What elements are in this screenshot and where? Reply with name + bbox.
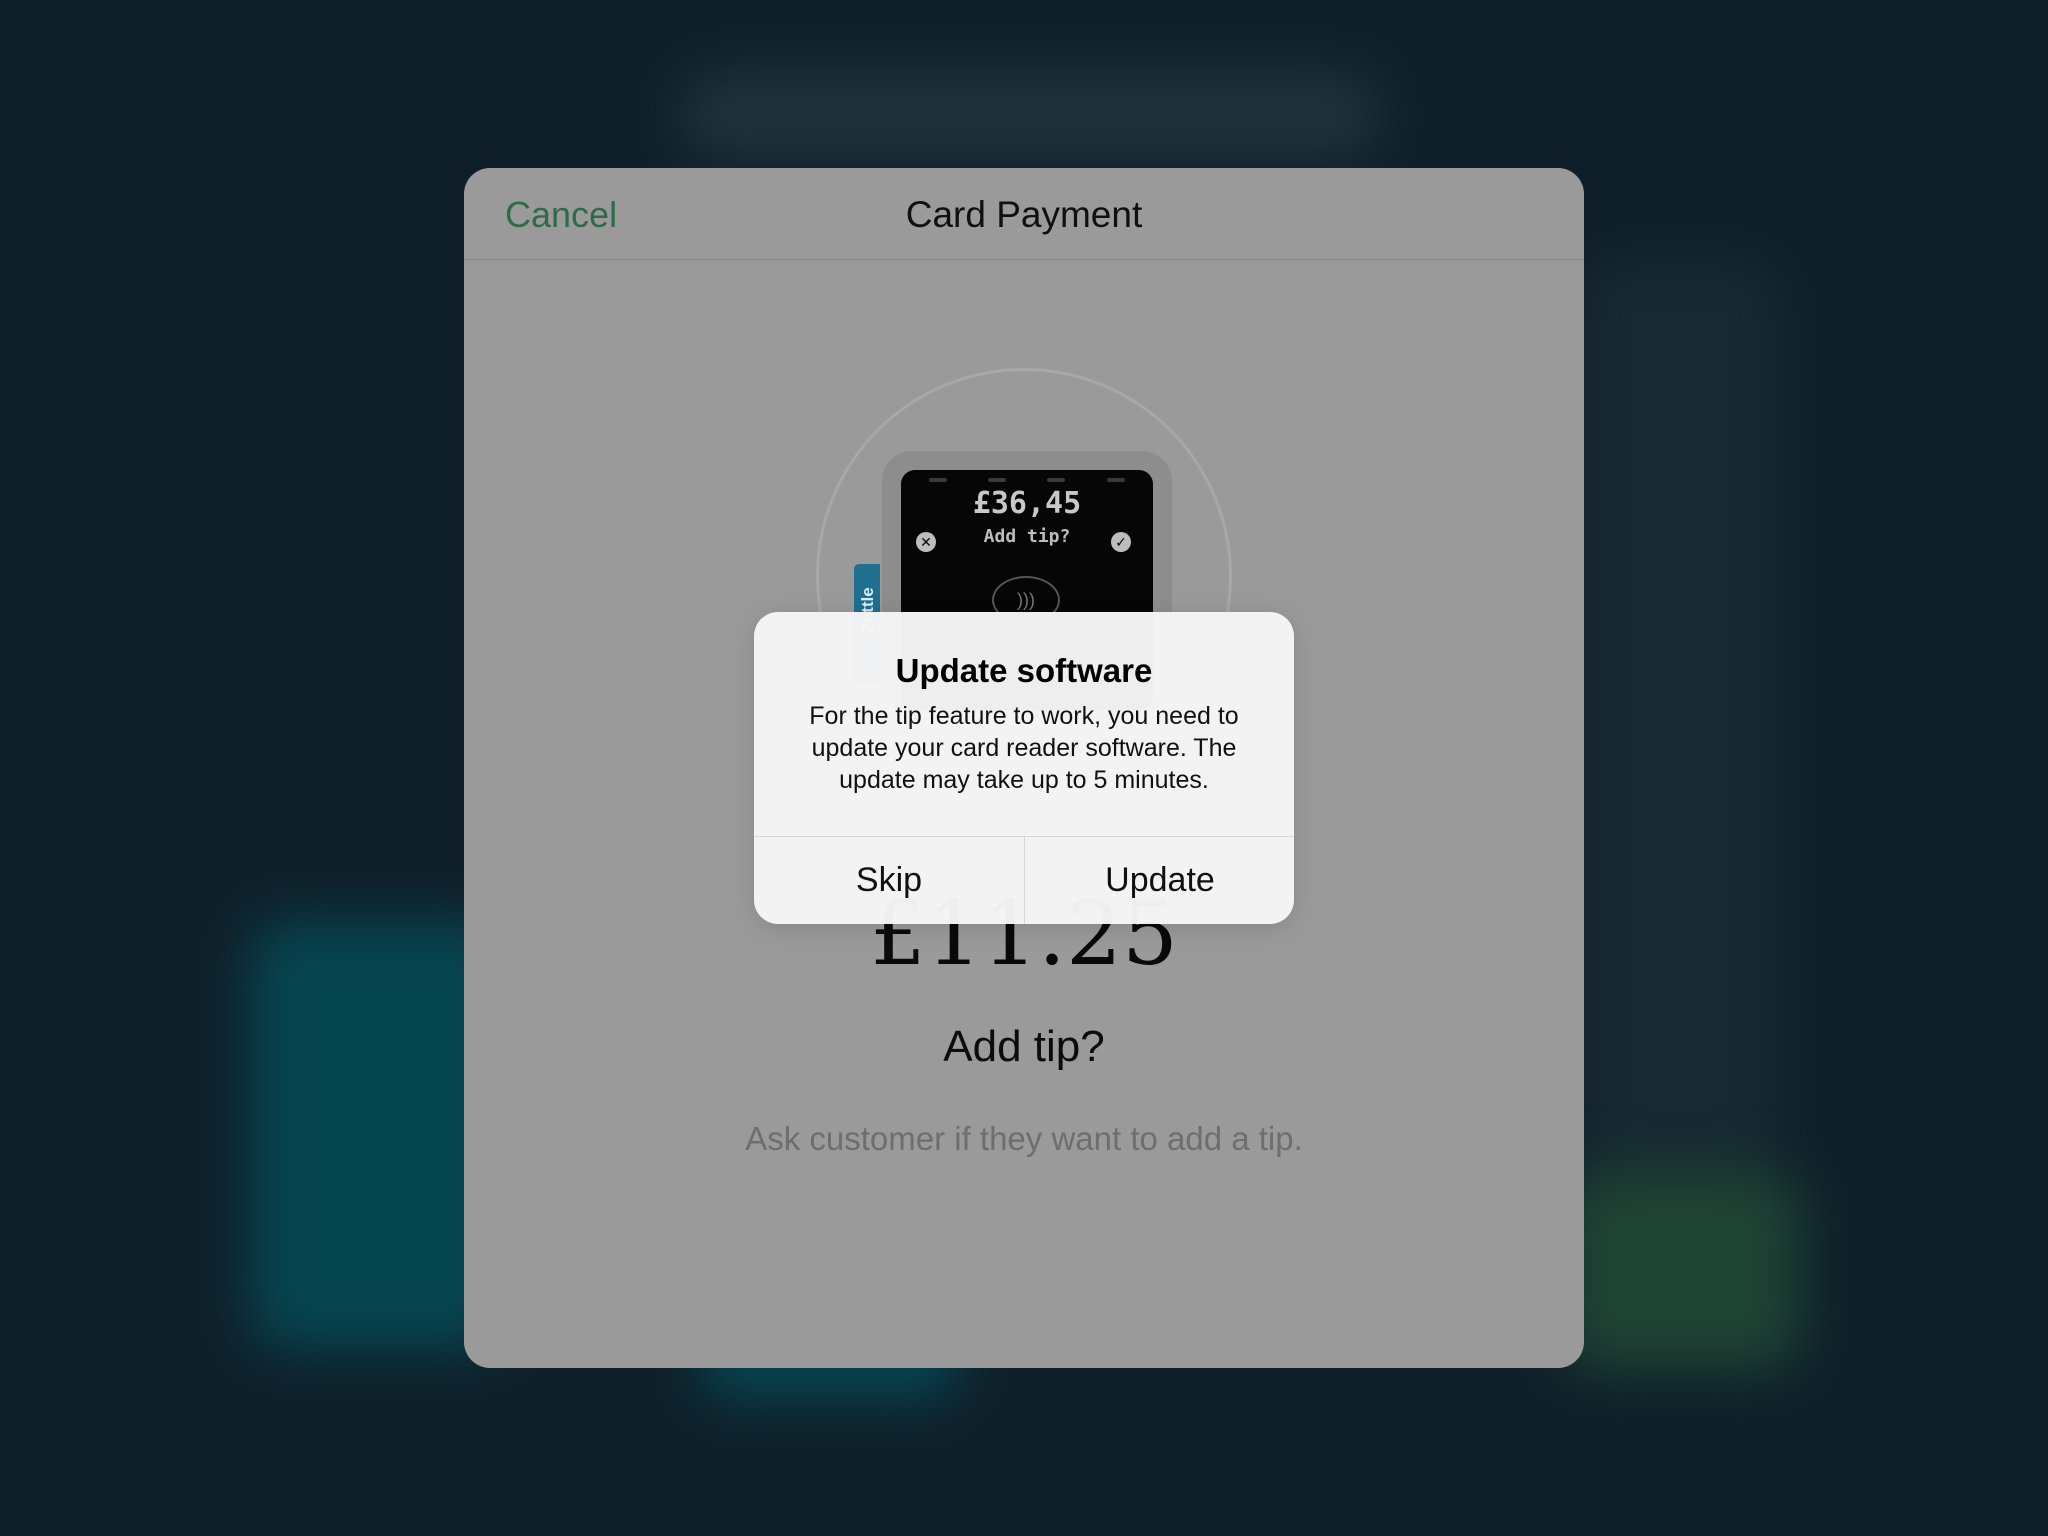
add-tip-subtitle: Ask customer if they want to add a tip. (745, 1120, 1303, 1157)
background-side-panel (1580, 260, 1780, 1160)
update-button[interactable]: Update (1025, 837, 1294, 924)
update-software-alert: Update software For the tip feature to w… (754, 612, 1294, 924)
alert-title: Update software (895, 652, 1153, 689)
skip-button[interactable]: Skip (754, 837, 1024, 924)
check-icon: ✓ (1111, 532, 1131, 552)
alert-message: For the tip feature to work, you need to… (809, 702, 1239, 794)
add-tip-heading: Add tip? (943, 1022, 1105, 1071)
sheet-title: Card Payment (905, 194, 1143, 235)
background-green-button (1560, 1170, 1800, 1370)
reader-amount: £36,45 (972, 486, 1082, 521)
sheet-header: Cancel Card Payment (464, 168, 1584, 260)
background-search-bar (680, 70, 1380, 160)
